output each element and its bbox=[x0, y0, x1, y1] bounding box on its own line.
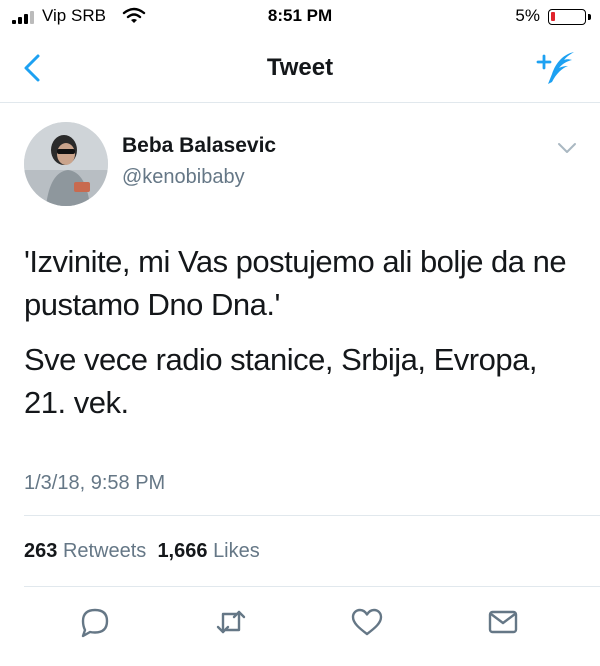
retweet-icon bbox=[216, 610, 246, 634]
direct-message-button[interactable] bbox=[486, 606, 520, 638]
divider bbox=[24, 586, 600, 587]
tweet-paragraph: Sve vece radio stanice, Srbija, Evropa, … bbox=[24, 342, 537, 420]
page-title: Tweet bbox=[266, 54, 334, 81]
engagement-stats: 263 Retweets 1,666 Likes bbox=[24, 540, 260, 563]
reply-button[interactable] bbox=[78, 606, 112, 638]
clock: 8:51 PM bbox=[267, 6, 333, 25]
tweet-options-button[interactable] bbox=[556, 140, 578, 156]
battery-cap bbox=[588, 14, 591, 20]
avatar[interactable] bbox=[24, 122, 108, 206]
tweet-timestamp: 1/3/18, 9:58 PM bbox=[24, 472, 166, 494]
retweets-link[interactable]: 263 Retweets bbox=[24, 540, 146, 562]
battery-icon bbox=[548, 9, 586, 25]
compose-tweet-button[interactable] bbox=[534, 48, 578, 88]
profile-photo-icon bbox=[24, 122, 108, 206]
tweet-action-bar bbox=[0, 598, 600, 648]
retweet-button[interactable] bbox=[214, 606, 248, 638]
likes-link[interactable]: 1,666 Likes bbox=[157, 540, 259, 562]
reply-icon bbox=[81, 608, 109, 638]
compose-tweet-icon bbox=[536, 52, 574, 84]
tweet-text: 'Izvinite, mi Vas postujemo ali bolje da… bbox=[24, 240, 574, 436]
like-button[interactable] bbox=[350, 606, 384, 638]
like-icon bbox=[351, 608, 383, 636]
divider bbox=[24, 515, 600, 516]
likes-count: 1,666 bbox=[157, 540, 208, 562]
retweets-count: 263 bbox=[24, 540, 58, 562]
battery-level bbox=[551, 12, 555, 21]
battery-percentage: 5% bbox=[515, 6, 540, 25]
tweet-paragraph: 'Izvinite, mi Vas postujemo ali bolje da… bbox=[24, 244, 567, 322]
retweets-label: Retweets bbox=[62, 540, 147, 562]
author-handle[interactable]: @kenobibaby bbox=[122, 166, 245, 189]
navigation-bar: Tweet bbox=[0, 34, 600, 103]
share-dm-icon bbox=[488, 610, 518, 634]
status-bar: Vip SRB 8:51 PM 5% bbox=[0, 0, 600, 34]
likes-label: Likes bbox=[213, 540, 260, 562]
author-name[interactable]: Beba Balasevic bbox=[122, 134, 276, 158]
chevron-down-icon bbox=[558, 143, 576, 153]
